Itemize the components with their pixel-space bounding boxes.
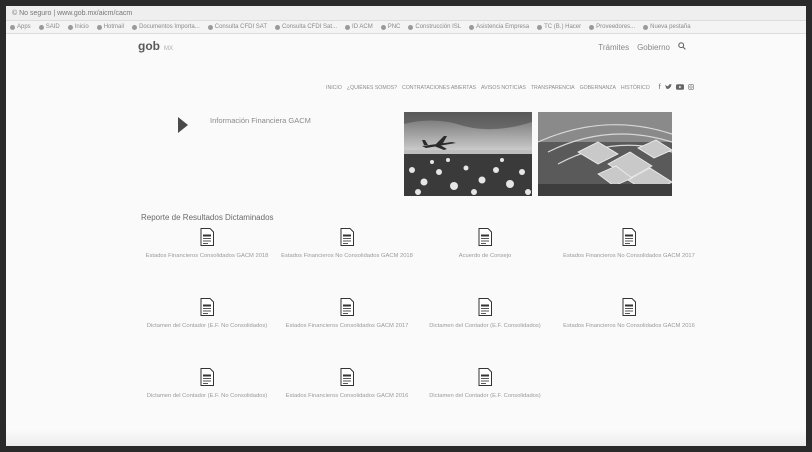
document-icon xyxy=(200,368,214,386)
social-links: f xyxy=(659,84,694,92)
bookmark-item[interactable]: TC (B.) Hacer xyxy=(537,24,581,30)
document-label: Estados Financieros No Consolidados GACM… xyxy=(563,323,695,329)
bookmark-item[interactable]: Construcción ISL xyxy=(408,24,461,30)
document-icon xyxy=(478,228,492,246)
hero-title: Información Financiera GACM xyxy=(210,116,311,125)
bookmark-icon xyxy=(380,24,386,30)
bookmark-item[interactable]: Documentos Importa... xyxy=(132,24,200,30)
bookmark-icon xyxy=(408,24,414,30)
bookmark-item[interactable]: PNC xyxy=(380,24,400,30)
document-label: Dictamen del Contador (E.F. No Consolida… xyxy=(146,393,268,399)
nav-item-avisos[interactable]: AVISOS NOTICIAS xyxy=(481,85,526,91)
search-icon[interactable] xyxy=(678,42,686,52)
bookmark-item[interactable]: Hotmail xyxy=(96,24,124,30)
nav-item-contrataciones[interactable]: CONTRATACIONES ABIERTAS xyxy=(402,85,476,91)
bookmark-item[interactable]: Consulta CFDI Sat... xyxy=(275,24,337,30)
document-label: Estados Financieros No Consolidados GACM… xyxy=(281,253,413,259)
document-label: Estados Financieros Consolidados GACM 20… xyxy=(285,323,409,329)
document-label: Dictamen del Contador (E.F. Consolidados… xyxy=(429,323,541,329)
bookmark-icon xyxy=(67,24,73,30)
bookmark-icon xyxy=(207,24,213,30)
document-item[interactable]: Estados Financieros No Consolidados GACM… xyxy=(554,298,704,332)
bookmark-icon xyxy=(537,24,543,30)
airport-runway-image xyxy=(404,112,532,196)
document-item[interactable]: Dictamen del Contador (E.F. No Consolida… xyxy=(132,298,282,332)
bookmarks-bar: Apps SAID Inicio Hotmail Documentos Impo… xyxy=(6,21,806,34)
document-item[interactable]: Estados Financieros Consolidados GACM 20… xyxy=(272,298,422,332)
browser-window: © No seguro | www.gob.mx/aicm/cacm Apps … xyxy=(6,6,806,446)
facebook-icon[interactable]: f xyxy=(659,84,661,92)
document-label: Acuerdo de Consejo xyxy=(458,253,512,259)
nav-item-quienes-somos[interactable]: ¿QUIÉNES SOMOS? xyxy=(347,85,397,91)
document-label: Estados Financieros No Consolidados GACM… xyxy=(563,253,695,259)
document-item[interactable]: Estados Financieros No Consolidados GACM… xyxy=(554,228,704,262)
bookmark-item[interactable]: Proveedores... xyxy=(589,24,635,30)
nav-item-gobernanza[interactable]: GOBERNANZA xyxy=(580,85,616,91)
play-arrow-icon xyxy=(178,117,188,133)
youtube-icon[interactable] xyxy=(675,84,684,92)
document-label: Dictamen del Contador (E.F. Consolidados… xyxy=(429,393,541,399)
document-item[interactable]: Estados Financieros Consolidados GACM 20… xyxy=(132,228,282,262)
nav-item-transparencia[interactable]: TRANSPARENCIA xyxy=(531,85,575,91)
document-icon xyxy=(622,298,636,316)
gobierno-link[interactable]: Gobierno xyxy=(637,43,670,52)
nav-item-historico[interactable]: HISTÓRICO xyxy=(621,85,650,91)
document-icon xyxy=(478,298,492,316)
bookmark-item[interactable]: ID ACM xyxy=(345,24,373,30)
main-nav: INICIO ¿QUIÉNES SOMOS? CONTRATACIONES AB… xyxy=(326,84,694,92)
document-item[interactable]: Estados Financieros Consolidados GACM 20… xyxy=(272,368,422,402)
bookmark-icon xyxy=(10,24,15,30)
document-label: Estados Financieros Consolidados GACM 20… xyxy=(285,393,409,399)
document-icon xyxy=(340,368,354,386)
section-title: Reporte de Resultados Dictaminados xyxy=(141,213,274,222)
document-item[interactable]: Dictamen del Contador (E.F. No Consolida… xyxy=(132,368,282,402)
gob-logo[interactable]: gob MX xyxy=(138,39,173,53)
bookmark-item[interactable]: SAID xyxy=(38,24,60,30)
tramites-link[interactable]: Trámites xyxy=(598,43,629,52)
airport-terminal-image xyxy=(538,112,672,196)
bookmark-icon xyxy=(643,24,649,30)
document-icon xyxy=(340,298,354,316)
document-icon xyxy=(340,228,354,246)
bookmark-item[interactable]: Nueva pestaña xyxy=(643,24,691,30)
twitter-icon[interactable] xyxy=(664,84,672,92)
document-icon xyxy=(200,298,214,316)
bookmark-item[interactable]: Consulta CFDI SAT xyxy=(207,24,267,30)
document-item[interactable]: Dictamen del Contador (E.F. Consolidados… xyxy=(410,368,560,402)
document-icon xyxy=(622,228,636,246)
document-item[interactable]: Acuerdo de Consejo xyxy=(410,228,560,262)
nav-item-inicio[interactable]: INICIO xyxy=(326,85,342,91)
bookmark-item[interactable]: Inicio xyxy=(67,24,89,30)
bookmark-item[interactable]: Apps xyxy=(10,24,31,30)
bookmark-icon xyxy=(132,24,138,30)
document-item[interactable]: Dictamen del Contador (E.F. Consolidados… xyxy=(410,298,560,332)
bookmark-icon xyxy=(38,24,44,30)
document-item[interactable]: Estados Financieros No Consolidados GACM… xyxy=(272,228,422,262)
url-text[interactable]: © No seguro | www.gob.mx/aicm/cacm xyxy=(12,10,132,17)
instagram-icon[interactable] xyxy=(687,84,694,92)
bookmark-icon xyxy=(469,24,475,30)
document-icon xyxy=(200,228,214,246)
page-bottom-edge xyxy=(6,430,806,446)
address-bar[interactable]: © No seguro | www.gob.mx/aicm/cacm xyxy=(6,6,806,21)
bookmark-item[interactable]: Asistencia Empresa xyxy=(469,24,529,30)
document-icon xyxy=(478,368,492,386)
bookmark-icon xyxy=(345,24,351,30)
bookmark-icon xyxy=(96,24,102,30)
bookmark-icon xyxy=(589,24,595,30)
bookmark-icon xyxy=(275,24,281,30)
site-header: gob MX Trámites Gobierno xyxy=(6,34,806,60)
top-links: Trámites Gobierno xyxy=(598,42,686,52)
document-label: Estados Financieros Consolidados GACM 20… xyxy=(145,253,269,259)
document-label: Dictamen del Contador (E.F. No Consolida… xyxy=(146,323,268,329)
